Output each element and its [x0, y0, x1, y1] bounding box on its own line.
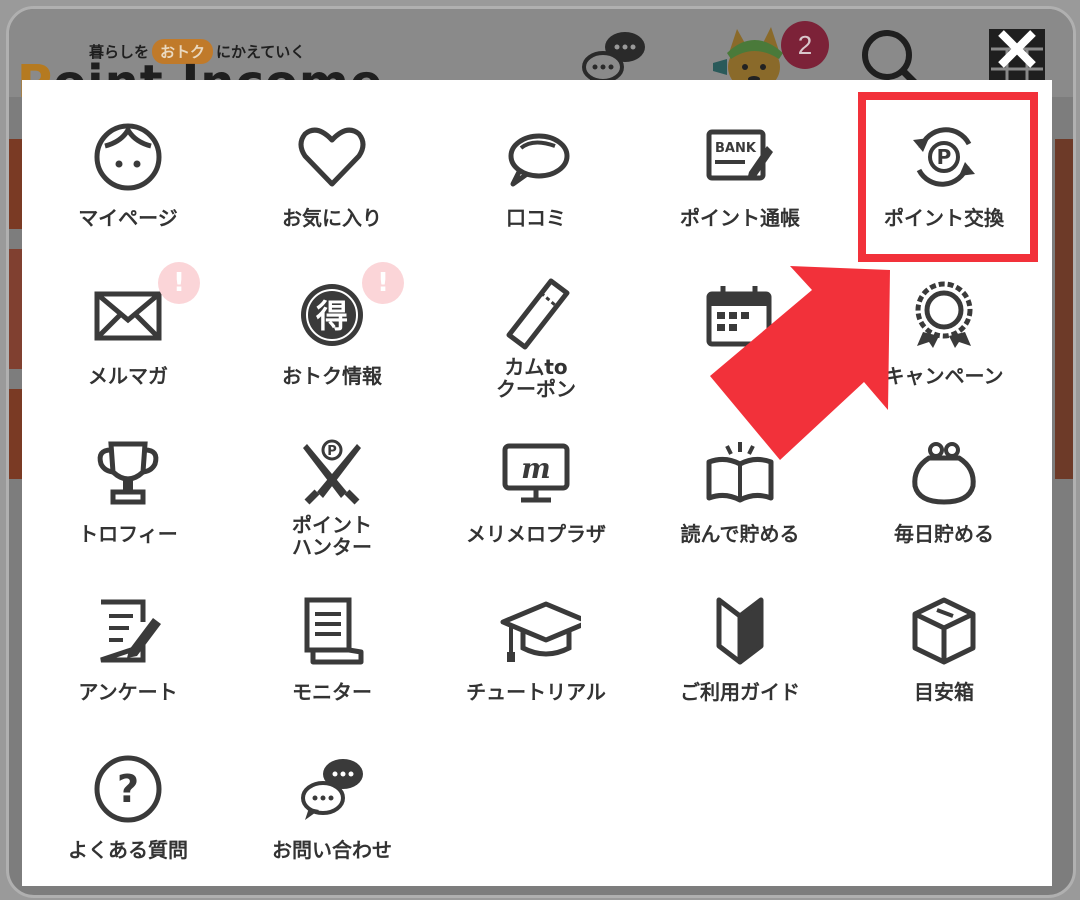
- menu-item-label: お気に入り: [282, 206, 382, 230]
- menu-item-label: ポイント通帳: [680, 206, 800, 230]
- menu-item-label: メリメロプラザ: [466, 522, 606, 546]
- menu-item-label: チュートリアル: [466, 680, 606, 704]
- otoku-coin-icon: 得: [301, 284, 363, 346]
- heart-icon: [298, 127, 366, 187]
- trophy-icon: [97, 441, 159, 505]
- graduation-cap-icon: [500, 601, 581, 662]
- menu-item-user-guide[interactable]: ご利用ガイド: [640, 584, 840, 734]
- menu-item-otoku-info[interactable]: 得 ! おトク情報: [232, 262, 432, 418]
- menu-item-survey[interactable]: アンケート: [28, 584, 228, 734]
- menu-item-label: モニター: [292, 680, 372, 704]
- highlight-box: [858, 92, 1038, 262]
- menu-item-trophy[interactable]: トロフィー: [28, 426, 228, 576]
- menu-item-label: 毎日貯める: [894, 522, 994, 546]
- menu-item-favorites[interactable]: お気に入り: [232, 110, 432, 260]
- suggestion-box-icon: [912, 597, 976, 665]
- menu-item-merimero-plaza[interactable]: m メリメロプラザ: [436, 426, 636, 576]
- menu-item-label: マイページ: [78, 206, 178, 230]
- menu-item-label-line1: カムto: [504, 355, 568, 379]
- crossed-swords-icon: P: [303, 439, 361, 505]
- menu-item-label: ご利用ガイド: [680, 680, 800, 704]
- menu-item-point-passbook[interactable]: BANK ポイント通帳: [640, 110, 840, 260]
- coin-purse-icon: [912, 442, 976, 505]
- menu-item-label: 読んで貯める: [680, 522, 800, 546]
- bankbook-icon-text: BANK: [715, 141, 757, 156]
- menu-item-mypage[interactable]: マイページ: [28, 110, 228, 260]
- menu-item-label: お問い合わせ: [272, 838, 392, 862]
- rosette-icon: [915, 281, 973, 348]
- menu-item-label: トロフィー: [78, 522, 178, 546]
- menu-item-point-hunter[interactable]: P ポイント ハンター: [232, 426, 432, 576]
- menu-item-tutorial[interactable]: チュートリアル: [436, 584, 636, 734]
- question-circle-icon: ?: [94, 755, 162, 823]
- menu-item-label: 口コミ: [506, 206, 566, 230]
- monitor-icon-text: m: [521, 452, 551, 485]
- menu-item-mailmagazine[interactable]: ! メルマガ: [28, 262, 228, 418]
- faq-icon-text: ?: [117, 767, 139, 811]
- otoku-coin-text: 得: [316, 297, 348, 335]
- hunter-icon-text: P: [327, 444, 337, 459]
- scroll-document-icon: [304, 597, 364, 665]
- menu-item-suggestion-box[interactable]: 目安箱: [844, 584, 1044, 734]
- alert-badge: !: [362, 262, 404, 304]
- menu-item-faq[interactable]: ? よくある質問: [28, 742, 228, 892]
- speech-bubbles-icon: [508, 133, 570, 187]
- chat-bubbles-icon: [301, 759, 363, 820]
- menu-item-label: よくある質問: [68, 838, 188, 862]
- envelope-icon: [94, 291, 162, 341]
- menu-item-label-line2: クーポン: [496, 377, 576, 401]
- menu-item-reviews[interactable]: 口コミ: [436, 110, 636, 260]
- survey-pencil-icon: [100, 599, 161, 663]
- pointer-arrow: [710, 266, 890, 460]
- menu-item-label-line1: ポイント: [292, 513, 372, 537]
- notification-badge[interactable]: 2: [781, 21, 829, 69]
- person-face-icon: [94, 123, 162, 191]
- menu-item-label: ポイント ハンター: [232, 514, 432, 558]
- menu-item-coupon[interactable]: カムto クーポン: [436, 268, 636, 418]
- menu-item-label: アンケート: [78, 680, 178, 704]
- monitor-icon: m: [502, 443, 570, 503]
- menu-item-contact[interactable]: お問い合わせ: [232, 742, 432, 892]
- menu-item-label: カムto クーポン: [436, 356, 636, 400]
- menu-item-monitor[interactable]: モニター: [232, 584, 432, 734]
- menu-item-label: おトク情報: [282, 364, 382, 388]
- beginner-mark-icon: [716, 597, 764, 665]
- menu-item-label: メルマガ: [88, 364, 168, 388]
- alert-badge: !: [158, 262, 200, 304]
- coupon-ticket-icon: [506, 278, 570, 350]
- menu-item-label: 目安箱: [914, 680, 974, 704]
- menu-item-label-line2: ハンター: [292, 535, 372, 559]
- bankbook-icon: BANK: [706, 129, 773, 181]
- background-banner: [1055, 139, 1073, 479]
